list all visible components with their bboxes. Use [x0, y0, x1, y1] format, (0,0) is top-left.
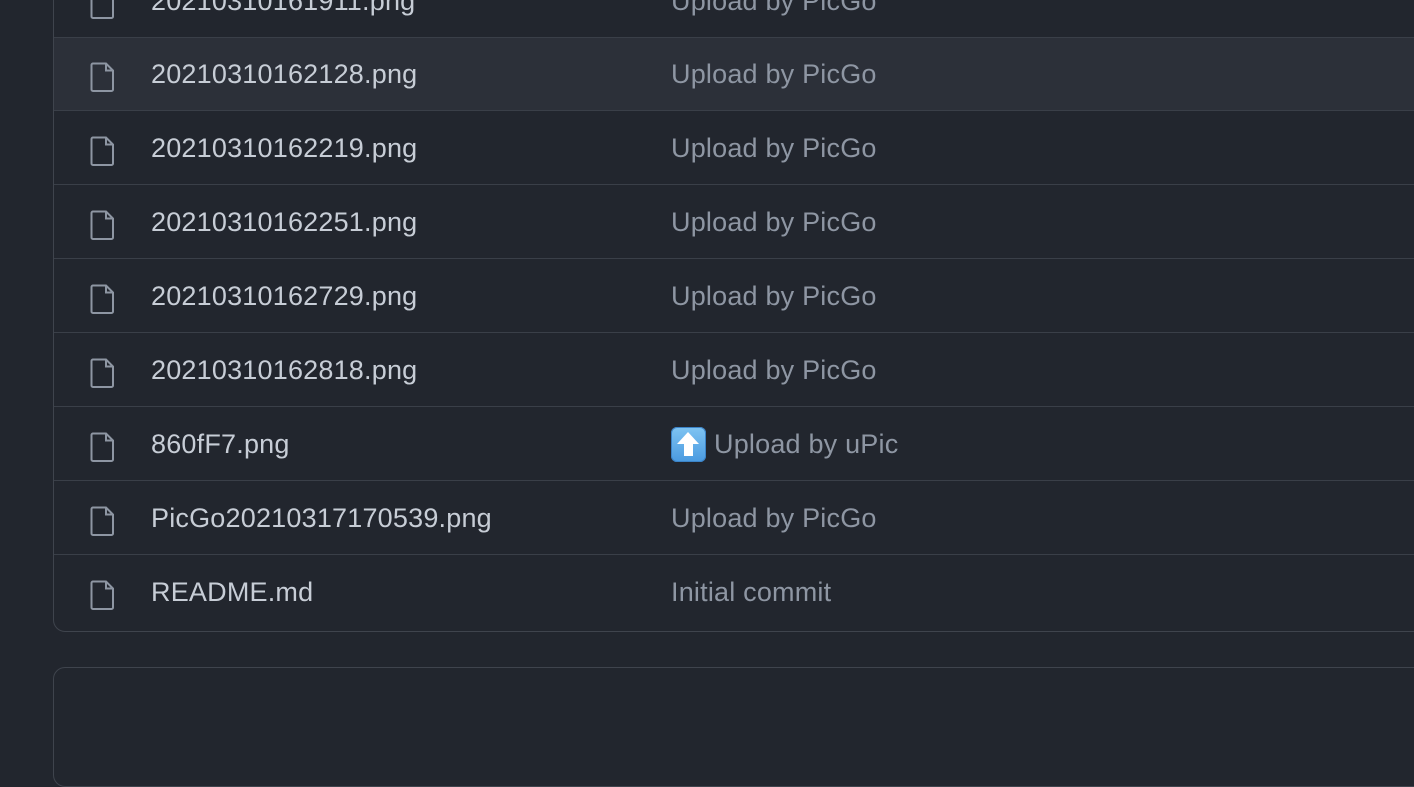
file-row[interactable]: 20210310162219.png Upload by PicGo — [54, 112, 1414, 185]
file-icon — [90, 506, 116, 536]
file-name-link[interactable]: PicGo20210317170539.png — [151, 482, 492, 555]
commit-message-text[interactable]: Upload by PicGo — [671, 482, 877, 555]
commit-message-link[interactable]: Upload by PicGo — [671, 186, 877, 259]
file-row[interactable]: 860fF7.png Upload by uPic — [54, 408, 1414, 481]
commit-message-text[interactable]: Upload by uPic — [714, 408, 898, 481]
commit-message-link[interactable]: Initial commit — [671, 556, 831, 629]
file-icon — [90, 0, 116, 19]
file-row[interactable]: PicGo20210317170539.png Upload by PicGo — [54, 482, 1414, 555]
commit-message-link[interactable]: Upload by PicGo — [671, 334, 877, 407]
commit-message-text[interactable]: Initial commit — [671, 556, 831, 629]
commit-message-link[interactable]: Upload by PicGo — [671, 38, 877, 111]
file-name-link[interactable]: 20210310162128.png — [151, 38, 417, 111]
file-row[interactable]: 20210310161911.png Upload by PicGo — [54, 0, 1414, 38]
commit-message-text[interactable]: Upload by PicGo — [671, 0, 877, 38]
file-row[interactable]: 20210310162818.png Upload by PicGo — [54, 334, 1414, 407]
file-icon — [90, 62, 116, 92]
file-icon — [90, 136, 116, 166]
file-name-link[interactable]: 20210310162818.png — [151, 334, 417, 407]
file-name-link[interactable]: 20210310162251.png — [151, 186, 417, 259]
commit-message-text[interactable]: Upload by PicGo — [671, 260, 877, 333]
commit-message-text[interactable]: Upload by PicGo — [671, 186, 877, 259]
file-icon — [90, 580, 116, 610]
commit-message-link[interactable]: Upload by PicGo — [671, 482, 877, 555]
file-icon — [90, 210, 116, 240]
commit-message-link[interactable]: Upload by PicGo — [671, 0, 877, 38]
file-icon — [90, 358, 116, 388]
commit-message-text[interactable]: Upload by PicGo — [671, 334, 877, 407]
file-name-link[interactable]: 860fF7.png — [151, 408, 290, 481]
readme-panel — [53, 667, 1414, 787]
commit-message-text[interactable]: Upload by PicGo — [671, 38, 877, 111]
file-name-link[interactable]: 20210310162219.png — [151, 112, 417, 185]
arrow-up-emoji-icon — [671, 427, 706, 462]
file-name-link[interactable]: 20210310162729.png — [151, 260, 417, 333]
commit-message-link[interactable]: Upload by PicGo — [671, 260, 877, 333]
commit-message-text[interactable]: Upload by PicGo — [671, 112, 877, 185]
commit-message-link[interactable]: Upload by PicGo — [671, 112, 877, 185]
file-row[interactable]: 20210310162128.png Upload by PicGo — [54, 38, 1414, 111]
file-icon — [90, 432, 116, 462]
file-name-link[interactable]: README.md — [151, 556, 313, 629]
file-icon — [90, 284, 116, 314]
commit-message-link[interactable]: Upload by uPic — [671, 408, 898, 481]
file-row[interactable]: 20210310162251.png Upload by PicGo — [54, 186, 1414, 259]
file-name-link[interactable]: 20210310161911.png — [151, 0, 415, 38]
file-row[interactable]: 20210310162729.png Upload by PicGo — [54, 260, 1414, 333]
file-list-table: 20210310161911.png Upload by PicGo 20210… — [53, 0, 1414, 632]
file-row[interactable]: README.md Initial commit — [54, 556, 1414, 629]
